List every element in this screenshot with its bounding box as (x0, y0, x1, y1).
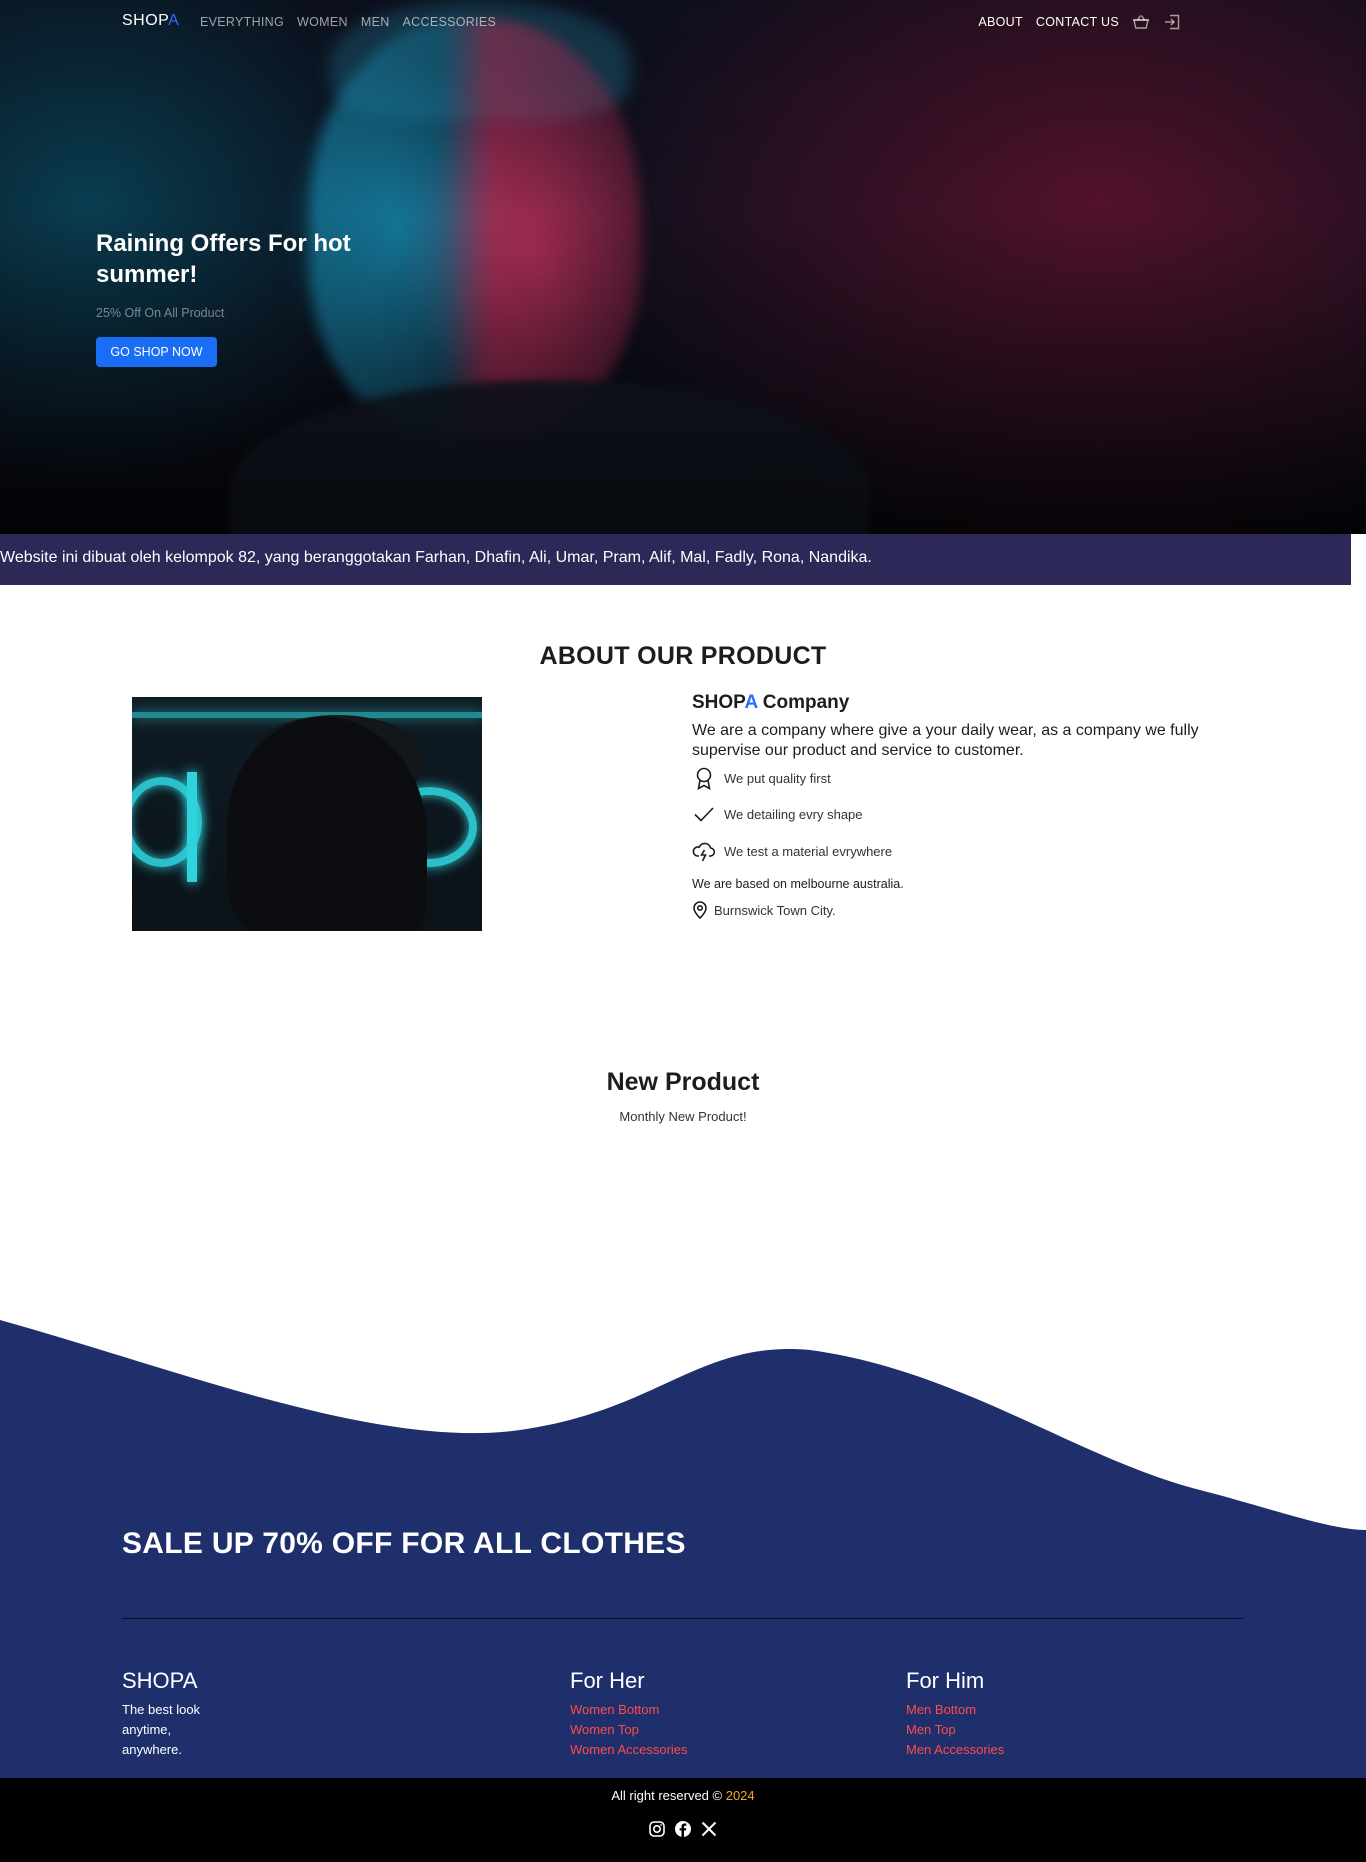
footer-divider (122, 1618, 1243, 1619)
new-product-subtitle: Monthly New Product! (619, 1109, 747, 1124)
location-text: Burnswick Town City. (714, 902, 836, 918)
basket-icon[interactable] (1132, 14, 1150, 30)
footer-him-column: For Him Men Bottom Men Top Men Accessori… (906, 1668, 1004, 1760)
nav-link-men[interactable]: MEN (361, 15, 390, 29)
footer-her-column: For Her Women Bottom Women Top Women Acc… (570, 1668, 688, 1760)
feature-detail-text: We detailing evry shape (724, 806, 863, 822)
nav-link-women[interactable]: WOMEN (297, 15, 348, 29)
copyright-year: 2024 (725, 1788, 755, 1803)
award-icon (696, 767, 712, 790)
brand-accent: A (168, 12, 180, 29)
footer-link-men-top[interactable]: Men Top (906, 1720, 1004, 1740)
copyright-text: All right reserved © (611, 1788, 723, 1803)
nav-category-links: EVERYTHING WOMEN MEN ACCESSORIES (200, 15, 496, 29)
company-name-suffix: Company (757, 692, 850, 713)
footer-link-men-accessories[interactable]: Men Accessories (906, 1740, 1004, 1760)
hero-banner: Raining Offers For hot summer! 25% Off O… (0, 0, 1366, 534)
company-name-accent: A (744, 692, 758, 713)
feature-quality-text: We put quality first (724, 770, 831, 786)
footer-link-men-bottom[interactable]: Men Bottom (906, 1700, 1004, 1720)
instagram-icon[interactable] (648, 1820, 666, 1838)
feature-quality: We put quality first (692, 766, 831, 790)
footer-brand-tagline: The best look anytime, anywhere. (122, 1702, 201, 1757)
about-product-image (132, 697, 482, 931)
login-icon[interactable] (1163, 14, 1181, 30)
copyright: All right reserved © 2024 (0, 1788, 1366, 1803)
footer-him-title: For Him (906, 1668, 985, 1693)
hero-subtitle: 25% Off On All Product (96, 306, 225, 320)
company-name-main: SHOP (692, 692, 745, 713)
top-navbar: SHOPA EVERYTHING WOMEN MEN ACCESSORIES A… (0, 0, 1366, 44)
company-description: We are a company where give a your daily… (692, 722, 1199, 759)
footer-link-women-accessories[interactable]: Women Accessories (570, 1740, 688, 1760)
feature-material: We test a material evrywhere (692, 839, 892, 863)
sale-banner-text: SALE UP 70% OFF FOR ALL CLOTHES (122, 1527, 686, 1560)
nav-link-everything[interactable]: EVERYTHING (200, 15, 284, 29)
x-icon[interactable] (700, 1820, 718, 1838)
neon-bar-left (187, 772, 197, 882)
facebook-icon[interactable] (674, 1820, 692, 1838)
new-product-title: New Product (606, 1068, 760, 1096)
feature-material-text: We test a material evrywhere (724, 843, 893, 859)
based-location-text: We are based on melbourne australia. (692, 877, 904, 891)
nav-link-about[interactable]: ABOUT (978, 15, 1023, 29)
hero-title: Raining Offers For hot summer! (96, 230, 351, 288)
credit-text: Website ini dibuat oleh kelompok 82, yan… (0, 549, 872, 566)
go-shop-now-button[interactable]: GO SHOP NOW (96, 337, 217, 367)
credit-marquee-bar: Website ini dibuat oleh kelompok 82, yan… (0, 534, 1351, 585)
footer-link-women-top[interactable]: Women Top (570, 1720, 688, 1740)
check-icon (694, 807, 714, 822)
brand-logo[interactable]: SHOPA (122, 12, 179, 30)
footer-brand-title: SHOPA (122, 1668, 198, 1693)
nav-right-links: ABOUT CONTACT US (978, 14, 1181, 30)
footer-her-title: For Her (570, 1668, 645, 1693)
location-row: Burnswick Town City. (692, 901, 836, 919)
cloud-lightning-icon (692, 842, 716, 862)
social-links (0, 1820, 1366, 1838)
footer-link-women-bottom[interactable]: Women Bottom (570, 1700, 688, 1720)
nav-link-contact-us[interactable]: CONTACT US (1036, 15, 1119, 29)
about-section-title: ABOUT OUR PRODUCT (539, 642, 827, 670)
brand-main: SHOP (122, 12, 169, 29)
map-pin-icon (693, 901, 707, 919)
footer-brand-column: SHOPA The best look anytime, anywhere. (122, 1668, 232, 1760)
nav-link-accessories[interactable]: ACCESSORIES (403, 15, 497, 29)
company-name: SHOPA Company (692, 692, 849, 714)
feature-detail: We detailing evry shape (692, 802, 863, 826)
